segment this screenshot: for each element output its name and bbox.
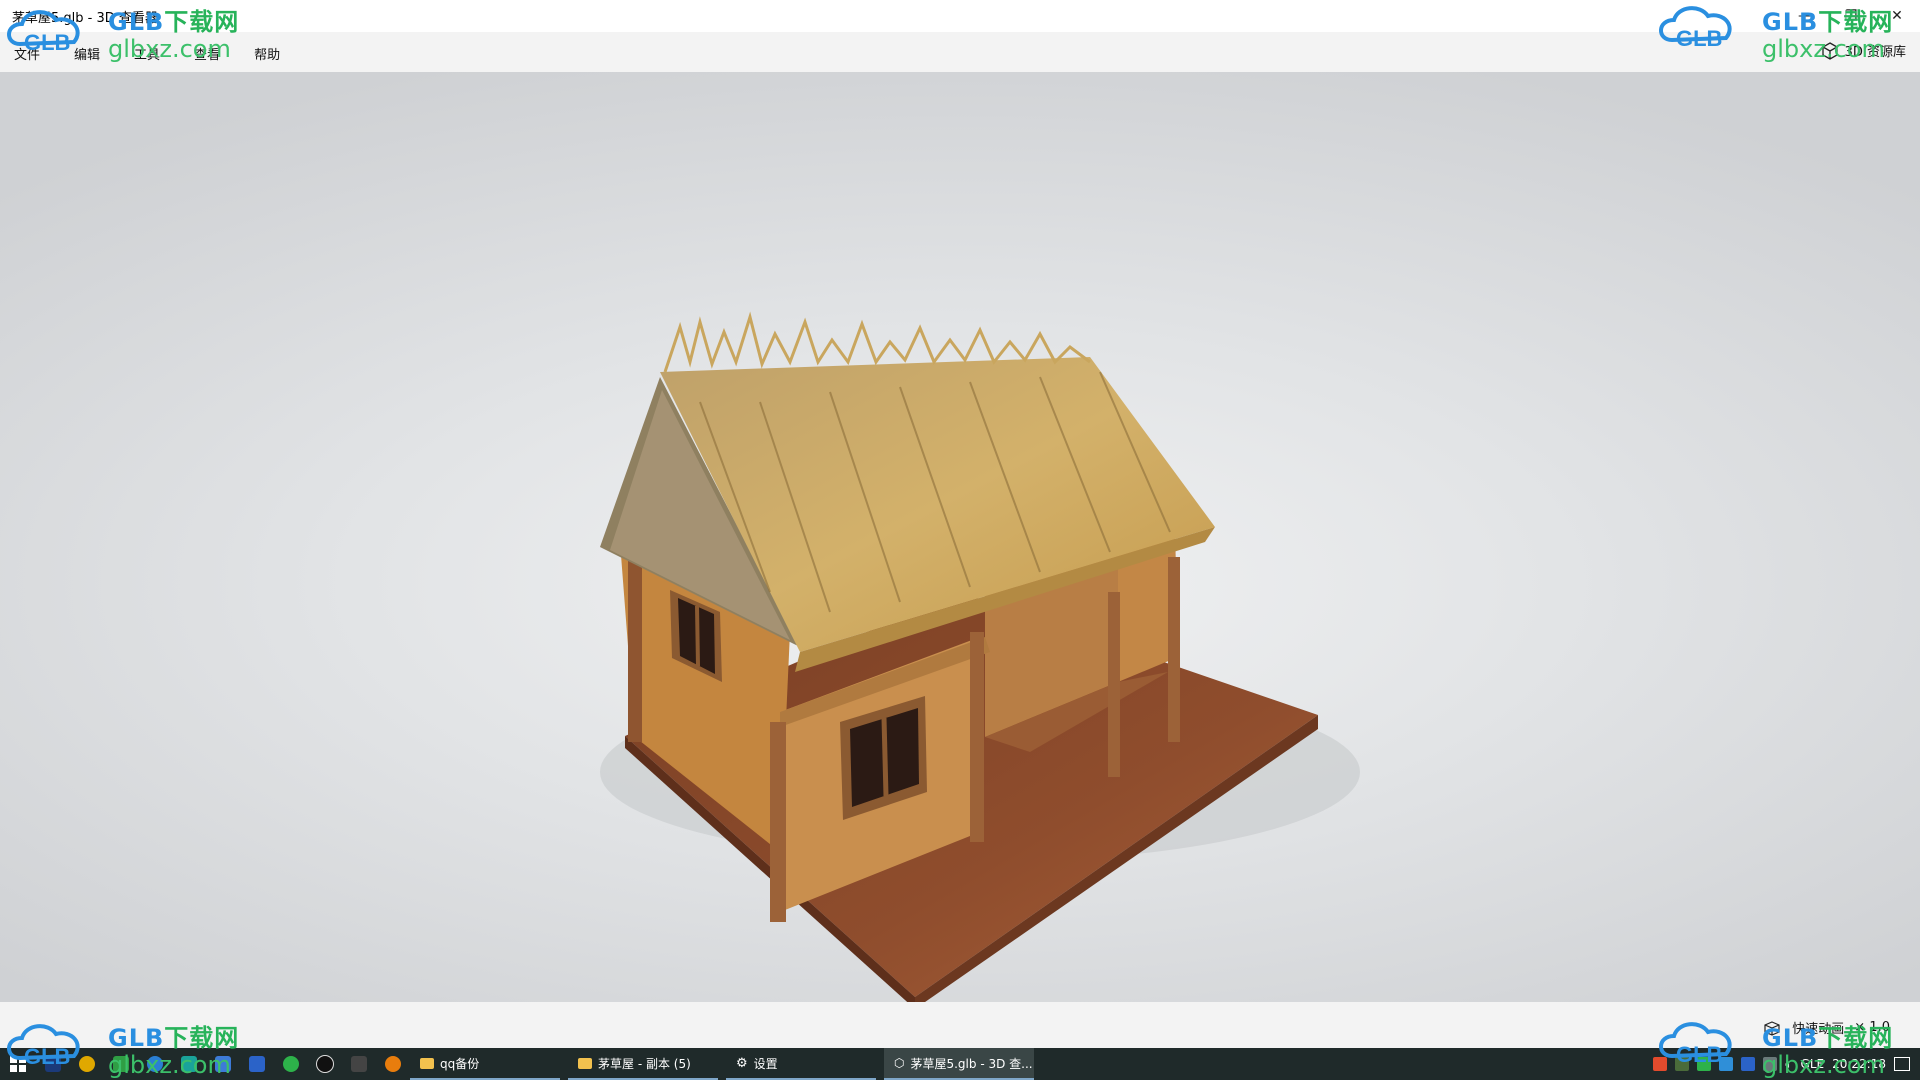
animation-icon (1764, 1020, 1780, 1036)
3d-viewport[interactable] (0, 72, 1920, 1002)
app-icon (351, 1056, 367, 1072)
3d-library-button[interactable]: 3D 资源库 (1821, 41, 1906, 60)
photoshop-icon (45, 1056, 61, 1072)
window-controls: — ❐ ✕ (1782, 0, 1920, 32)
notification-icon[interactable] (1894, 1057, 1910, 1071)
taskbar-app-dark[interactable] (342, 1048, 376, 1080)
cube-icon (1821, 41, 1838, 60)
task-label: 茅草屋5.glb - 3D 查... (910, 1056, 1033, 1071)
tray-icon[interactable] (1763, 1057, 1778, 1071)
windows-icon (10, 1056, 26, 1072)
animation-speed[interactable]: × 1.0 (1854, 1020, 1890, 1035)
start-button[interactable] (0, 1048, 36, 1080)
taskbar-app-blue[interactable] (206, 1048, 240, 1080)
task-label: 设置 (753, 1056, 778, 1071)
menu-items: 文件 编辑 工具 查看 帮助 (14, 44, 280, 63)
cube-icon: ⬡ (894, 1056, 905, 1070)
taskbar-app-browser[interactable] (138, 1048, 172, 1080)
taskbar-task-settings[interactable]: ⚙ 设置 (726, 1048, 876, 1080)
task-label: 茅草屋 - 副本 (5) (598, 1056, 691, 1071)
wechat-icon (283, 1056, 299, 1072)
window-title: 茅草屋5.glb - 3D 查看器 (12, 11, 158, 26)
blender-icon (385, 1056, 401, 1072)
taskbar-app-ps[interactable] (36, 1048, 70, 1080)
3d-viewer-window: 茅草屋5.glb - 3D 查看器 — ❐ ✕ 文件 编辑 工具 查看 帮助 3… (0, 0, 1920, 1080)
taskbar-app-blender[interactable] (376, 1048, 410, 1080)
menu-bar: 文件 编辑 工具 查看 帮助 3D 资源库 (0, 32, 1920, 72)
tray-icon[interactable] (1675, 1057, 1690, 1071)
animation-control[interactable]: 快速动画 × 1.0 (1764, 1018, 1890, 1037)
qq-icon (316, 1055, 334, 1073)
shield-tray-icon[interactable] (1741, 1057, 1756, 1071)
close-button[interactable]: ✕ (1874, 0, 1920, 32)
task-label: qq备份 (440, 1056, 480, 1071)
taskbar-app-qq[interactable] (308, 1048, 342, 1080)
taskbar-app-chrome[interactable] (70, 1048, 104, 1080)
system-tray: 🔈︎ GLE 20:22:18 (1653, 1048, 1920, 1080)
menu-help[interactable]: 帮助 (254, 44, 280, 63)
status-bar: 快速动画 × 1.0 (0, 1002, 1920, 1048)
house-model (600, 311, 1360, 1002)
3d-library-label: 3D 资源库 (1844, 45, 1906, 60)
taskbar-app-wechat[interactable] (274, 1048, 308, 1080)
app-icon (113, 1056, 129, 1072)
gear-icon: ⚙ (736, 1055, 748, 1071)
clock[interactable]: 20:22:18 (1832, 1057, 1886, 1071)
maximize-button[interactable]: ❐ (1828, 0, 1874, 32)
taskbar-app-green[interactable] (104, 1048, 138, 1080)
shield-icon (249, 1056, 265, 1072)
minimize-button[interactable]: — (1782, 0, 1828, 32)
taskbar-task-3d-viewer[interactable]: ⬡ 茅草屋5.glb - 3D 查... (884, 1048, 1034, 1080)
volume-icon[interactable]: 🔈︎ (1785, 1057, 1792, 1072)
app-icon (181, 1056, 197, 1072)
browser-icon (147, 1056, 163, 1072)
chrome-icon (79, 1056, 95, 1072)
taskbar-task-qq-backup[interactable]: qq备份 (410, 1048, 560, 1080)
taskbar: qq备份 茅草屋 - 副本 (5) ⚙ 设置 ⬡ 茅草屋5.glb - 3D 查… (0, 1048, 1920, 1080)
menu-tools[interactable]: 工具 (134, 44, 160, 63)
app-icon (215, 1056, 231, 1072)
title-bar: 茅草屋5.glb - 3D 查看器 — ❐ ✕ (0, 0, 1920, 32)
menu-file[interactable]: 文件 (14, 44, 40, 63)
menu-view[interactable]: 查看 (194, 44, 220, 63)
taskbar-app-u[interactable] (240, 1048, 274, 1080)
tray-icon[interactable] (1653, 1057, 1668, 1071)
taskbar-app-teal[interactable] (172, 1048, 206, 1080)
input-language[interactable]: GLE (1801, 1057, 1825, 1071)
taskbar-task-folder-copy[interactable]: 茅草屋 - 副本 (5) (568, 1048, 718, 1080)
tray-icon[interactable] (1719, 1057, 1734, 1071)
folder-icon (420, 1057, 434, 1069)
folder-icon (578, 1057, 592, 1069)
animation-label: 快速动画 (1792, 1022, 1845, 1037)
wechat-tray-icon[interactable] (1697, 1057, 1712, 1071)
menu-edit[interactable]: 编辑 (74, 44, 100, 63)
